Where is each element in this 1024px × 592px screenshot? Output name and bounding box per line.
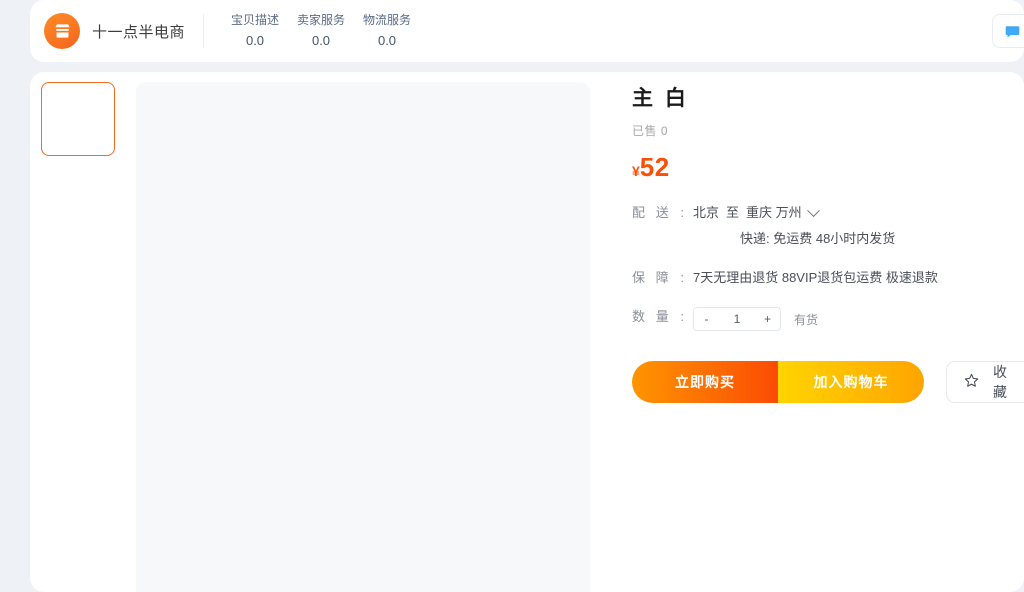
shop-icon: [44, 13, 80, 49]
quantity-decrease-button[interactable]: -: [694, 308, 719, 330]
shop-name: 十一点半电商: [92, 23, 186, 41]
shipping-separator: 至: [726, 205, 740, 220]
rating-label: 卖家服务: [297, 12, 346, 27]
product-gallery: [30, 72, 590, 592]
shipping-route-selector[interactable]: 北京 至 重庆 万州: [693, 203, 895, 223]
shipping-label-colon: :: [680, 205, 684, 220]
guarantee-label: 保 障 :: [632, 268, 684, 288]
guarantee-label-char-1: 保: [632, 270, 646, 285]
main-product-image[interactable]: [136, 82, 590, 592]
rating-value: 0.0: [377, 32, 397, 48]
shipping-from: 北京: [693, 205, 720, 220]
guarantee-label-char-2: 障: [655, 270, 669, 285]
quantity-label: 数 量 :: [632, 307, 684, 327]
price-amount: 52: [639, 152, 670, 182]
shipping-method-info: 快递: 免运费 48小时内发货: [740, 231, 896, 246]
rating-item-logistics-service[interactable]: 物流服务 0.0: [354, 12, 420, 51]
chat-icon[interactable]: [992, 14, 1024, 48]
shipping-to: 重庆 万州: [746, 205, 802, 220]
rating-label: 物流服务: [363, 12, 412, 27]
quantity-row: 数 量 : - + 有货: [632, 307, 1024, 331]
shipping-label-char-1: 配: [632, 205, 646, 220]
shop-ratings: 宝贝描述 0.0 卖家服务 0.0 物流服务 0.0: [222, 12, 420, 51]
thumbnail-list: [41, 82, 125, 592]
add-to-cart-button[interactable]: 加入购物车: [778, 361, 925, 403]
chevron-down-icon[interactable]: [806, 203, 820, 217]
quantity-label-colon: :: [680, 309, 684, 324]
rating-item-description[interactable]: 宝贝描述 0.0: [222, 12, 288, 51]
buy-now-button[interactable]: 立即购买: [632, 361, 779, 403]
quantity-label-char-1: 数: [632, 309, 646, 324]
rating-value: 0.0: [245, 32, 265, 48]
page-title: 主 白: [632, 87, 689, 110]
action-buttons: 立即购买 加入购物车 收藏: [632, 361, 1024, 403]
price-currency-symbol: ¥: [632, 163, 640, 179]
quantity-controls: - + 有货: [693, 307, 818, 331]
quantity-label-char-2: 量: [655, 309, 669, 324]
favorite-button[interactable]: 收藏: [946, 361, 1024, 403]
shop-header-bar: 十一点半电商 宝贝描述 0.0 卖家服务 0.0 物流服务 0.0: [30, 0, 1024, 62]
shipping-label-char-2: 送: [655, 205, 669, 220]
shipping-body: 北京 至 重庆 万州 快递: 免运费 48小时内发货: [693, 203, 895, 249]
product-price: ¥ 52: [632, 152, 1024, 183]
product-info-panel: 主 白 已售 0 ¥ 52 配 送 : 北京 至 重庆 万州 快递: 免运费 4…: [590, 72, 1024, 592]
product-detail-card: 主 白 已售 0 ¥ 52 配 送 : 北京 至 重庆 万州 快递: 免运费 4…: [30, 72, 1024, 592]
thumbnail-1[interactable]: [41, 82, 115, 156]
rating-label: 宝贝描述: [231, 12, 280, 27]
quantity-stepper[interactable]: - +: [693, 307, 781, 331]
guarantee-label-colon: :: [680, 270, 684, 285]
shipping-label: 配 送 :: [632, 203, 684, 223]
guarantee-row: 保 障 : 7天无理由退货 88VIP退货包运费 极速退款: [632, 268, 1024, 288]
quantity-input[interactable]: [719, 308, 755, 330]
rating-value: 0.0: [311, 32, 331, 48]
rating-item-seller-service[interactable]: 卖家服务 0.0: [288, 12, 354, 51]
favorite-label: 收藏: [993, 364, 1007, 400]
shop-identity[interactable]: 十一点半电商: [44, 13, 205, 49]
stock-status: 有货: [794, 312, 819, 327]
star-outline-icon: [963, 372, 980, 392]
shipping-row: 配 送 : 北京 至 重庆 万州 快递: 免运费 48小时内发货: [632, 203, 1024, 249]
guarantee-text: 7天无理由退货 88VIP退货包运费 极速退款: [693, 270, 938, 285]
quantity-increase-button[interactable]: +: [755, 308, 780, 330]
sold-count: 已售 0: [632, 124, 669, 138]
